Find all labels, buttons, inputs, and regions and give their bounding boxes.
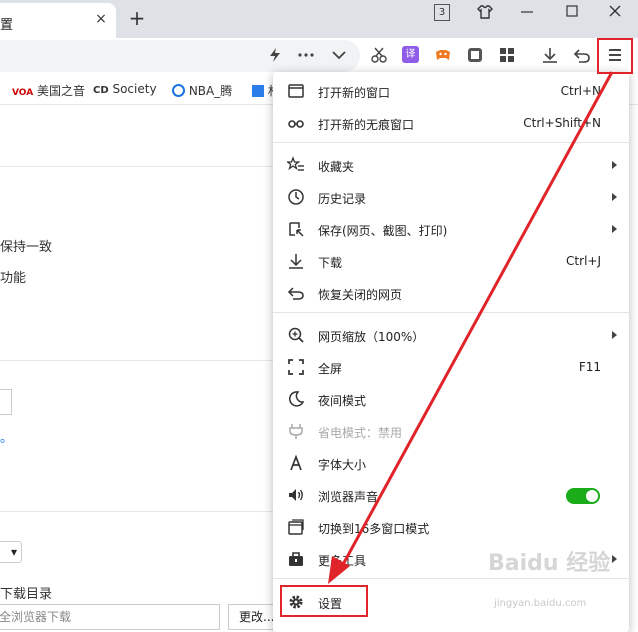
annotation-arrow [328, 71, 614, 584]
watermark: Baidu 经验 [488, 545, 610, 577]
watermark-text: Baidu 经验 [488, 551, 611, 576]
watermark-url: jingyan.baidu.com [494, 598, 587, 609]
